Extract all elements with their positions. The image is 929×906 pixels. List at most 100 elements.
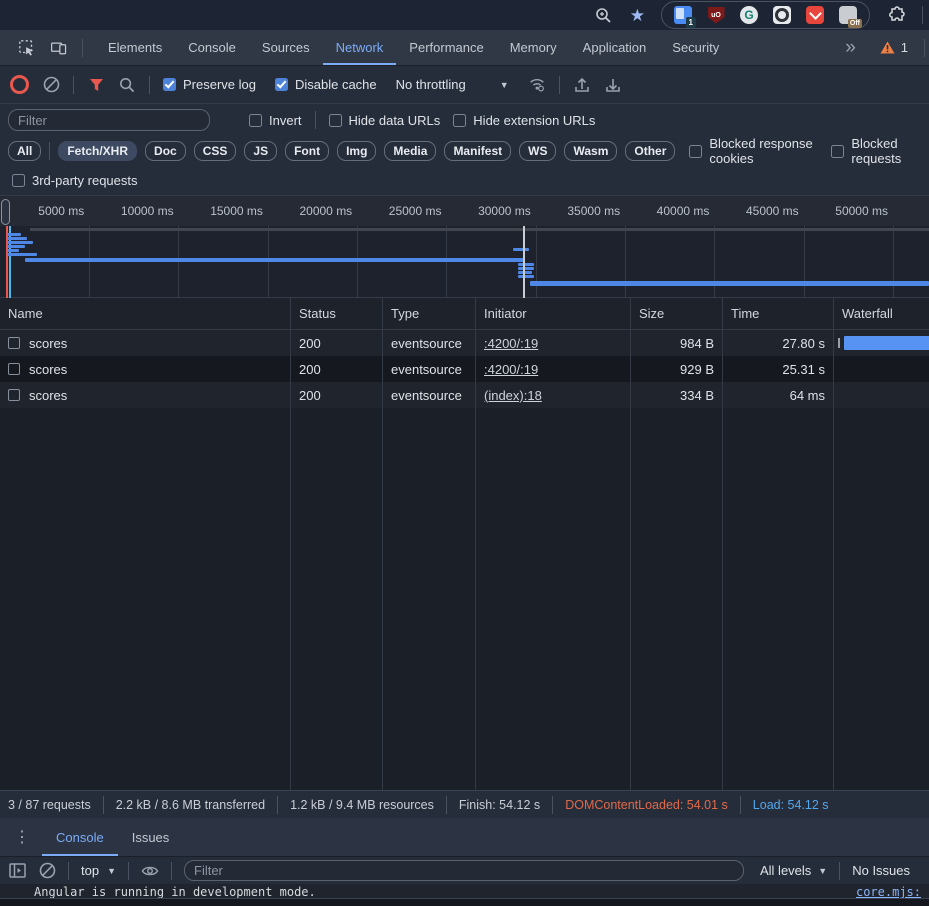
invert-checkbox[interactable]: Invert (249, 113, 302, 128)
column-header-size[interactable]: Size (630, 298, 722, 329)
issues-warning-counter[interactable]: 1 (870, 40, 918, 55)
waterfall-cell (833, 356, 929, 382)
chip-fetch-xhr[interactable]: Fetch/XHR (58, 141, 137, 161)
initiator-link[interactable]: (index):18 (484, 388, 542, 403)
checkbox-icon[interactable] (329, 114, 342, 127)
network-overview-timeline[interactable]: 5000 ms 10000 ms 15000 ms 20000 ms 25000… (0, 196, 929, 298)
console-source-link[interactable]: core.mjs: (856, 885, 921, 899)
chip-font[interactable]: Font (285, 141, 329, 161)
column-header-waterfall[interactable]: Waterfall (833, 298, 929, 329)
preserve-log-checkbox[interactable]: Preserve log (163, 77, 256, 92)
initiator-link[interactable]: :4200/:19 (484, 336, 538, 351)
network-conditions-icon[interactable] (528, 76, 546, 94)
issues-status[interactable]: No Issues (852, 863, 910, 878)
import-har-icon[interactable] (573, 76, 591, 94)
transferred-size: 2.2 kB / 8.6 MB transferred (116, 798, 265, 812)
tab-console[interactable]: Console (175, 30, 249, 65)
tab-performance[interactable]: Performance (396, 30, 496, 65)
table-row[interactable]: scores 200 eventsource (index):18 334 B … (0, 382, 929, 408)
third-party-row: 3rd-party requests (0, 166, 929, 196)
checkbox-icon[interactable] (249, 114, 262, 127)
checkbox-icon[interactable] (689, 145, 702, 158)
extension-blue-icon[interactable]: 1 (674, 6, 692, 24)
third-party-requests-checkbox[interactable]: 3rd-party requests (12, 173, 138, 188)
checkbox-checked-icon[interactable] (163, 78, 176, 91)
chip-wasm[interactable]: Wasm (564, 141, 617, 161)
tab-network[interactable]: Network (323, 30, 397, 65)
disable-cache-checkbox[interactable]: Disable cache (275, 77, 377, 92)
device-toolbar-icon[interactable] (50, 39, 68, 57)
table-row[interactable]: scores 200 eventsource :4200/:19 984 B 2… (0, 330, 929, 356)
chip-ws[interactable]: WS (519, 141, 556, 161)
chip-css[interactable]: CSS (194, 141, 237, 161)
drawer-tab-console[interactable]: Console (42, 818, 118, 856)
chip-doc[interactable]: Doc (145, 141, 186, 161)
tab-memory[interactable]: Memory (497, 30, 570, 65)
chip-other[interactable]: Other (625, 141, 675, 161)
request-size: 929 B (630, 356, 722, 382)
request-type: eventsource (382, 356, 475, 382)
column-header-status[interactable]: Status (290, 298, 382, 329)
tab-sources[interactable]: Sources (249, 30, 323, 65)
record-network-log-button[interactable] (10, 75, 29, 94)
pocket-extension-icon[interactable] (806, 6, 824, 24)
hide-data-urls-checkbox[interactable]: Hide data URLs (329, 113, 441, 128)
off-extension-icon[interactable]: Off (839, 6, 857, 24)
chip-img[interactable]: Img (337, 141, 376, 161)
export-har-icon[interactable] (604, 76, 622, 94)
ublock-extension-icon[interactable]: uO (707, 6, 725, 24)
tab-security[interactable]: Security (659, 30, 732, 65)
column-header-type[interactable]: Type (382, 298, 475, 329)
chip-manifest[interactable]: Manifest (444, 141, 511, 161)
o-extension-icon[interactable] (773, 6, 791, 24)
request-type: eventsource (382, 382, 475, 408)
live-expression-eye-icon[interactable] (141, 862, 159, 880)
overview-bar (7, 245, 25, 248)
kebab-menu-icon[interactable]: ⋮ (0, 827, 42, 847)
chip-js[interactable]: JS (244, 141, 277, 161)
console-sidebar-toggle-icon[interactable] (8, 862, 26, 880)
inspect-element-icon[interactable] (18, 39, 36, 57)
divider (315, 111, 316, 129)
table-row[interactable]: scores 200 eventsource :4200/:19 929 B 2… (0, 356, 929, 382)
filter-funnel-icon[interactable] (87, 76, 105, 94)
execution-context-dropdown[interactable]: top ▼ (81, 863, 116, 878)
checkbox-checked-icon[interactable] (275, 78, 288, 91)
console-log-row[interactable]: Angular is running in development mode. … (0, 884, 929, 899)
clear-console-icon[interactable] (38, 862, 56, 880)
checkbox-icon[interactable] (453, 114, 466, 127)
checkbox-icon[interactable] (831, 145, 844, 158)
column-header-time[interactable]: Time (722, 298, 833, 329)
grammarly-extension-icon[interactable]: G (740, 6, 758, 24)
console-filter-input[interactable] (184, 860, 744, 881)
checkbox-icon[interactable] (12, 174, 25, 187)
column-header-initiator[interactable]: Initiator (475, 298, 630, 329)
network-filter-input[interactable] (8, 109, 210, 131)
chip-media[interactable]: Media (384, 141, 436, 161)
log-levels-dropdown[interactable]: All levels ▼ (760, 863, 827, 878)
overview-scroll-handle[interactable] (1, 199, 10, 225)
initiator-link[interactable]: :4200/:19 (484, 362, 538, 377)
console-next-row (0, 899, 929, 906)
throttling-dropdown[interactable]: No throttling ▼ (396, 77, 509, 92)
tab-elements[interactable]: Elements (95, 30, 175, 65)
blocked-response-cookies-checkbox[interactable]: Blocked response cookies (689, 136, 817, 166)
navigation-marker-line (523, 226, 525, 298)
chip-all[interactable]: All (8, 141, 41, 161)
clear-network-log-icon[interactable] (42, 76, 60, 94)
tick-label: 25000 ms (357, 196, 446, 226)
blocked-requests-checkbox[interactable]: Blocked requests (831, 136, 921, 166)
row-checkbox[interactable] (8, 337, 20, 349)
more-panels-icon[interactable]: » (831, 37, 870, 59)
tab-application[interactable]: Application (570, 30, 660, 65)
row-checkbox[interactable] (8, 389, 20, 401)
drawer-tab-issues[interactable]: Issues (118, 818, 184, 856)
bookmark-star-icon[interactable]: ★ (630, 7, 645, 24)
extensions-puzzle-icon[interactable] (886, 5, 906, 25)
search-icon[interactable] (118, 76, 136, 94)
requests-count: 3 / 87 requests (8, 798, 91, 812)
row-checkbox[interactable] (8, 363, 20, 375)
column-header-name[interactable]: Name (0, 298, 290, 329)
hide-extension-urls-checkbox[interactable]: Hide extension URLs (453, 113, 595, 128)
zoom-icon[interactable] (594, 5, 614, 25)
